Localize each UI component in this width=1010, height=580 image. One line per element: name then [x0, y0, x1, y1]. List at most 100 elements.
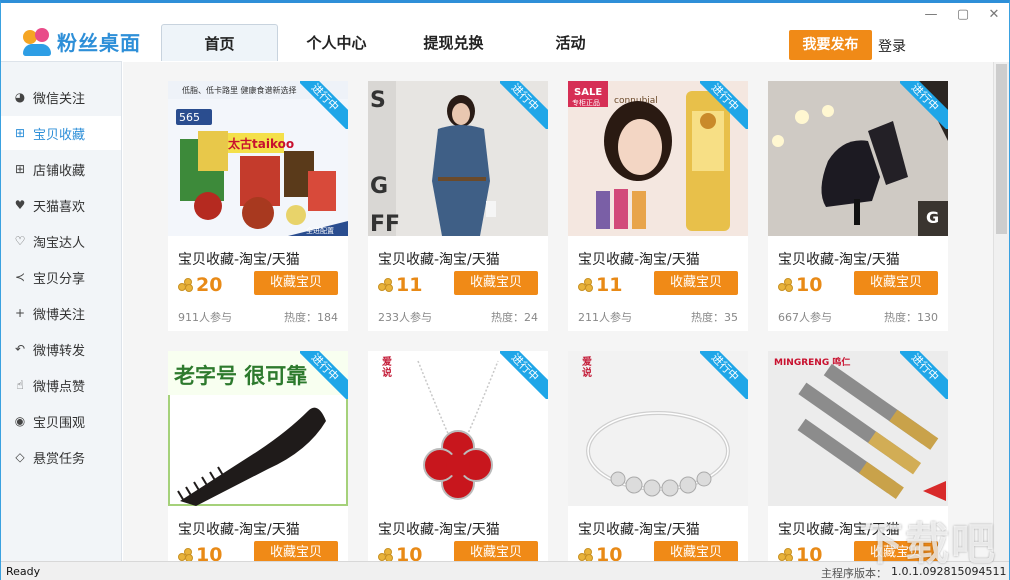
- participants-count: 667人参与: [778, 311, 832, 324]
- sidebar-item-4[interactable]: ♡ 淘宝达人: [1, 224, 121, 258]
- fans-logo-icon: [23, 27, 53, 56]
- collect-button[interactable]: 收藏宝贝: [254, 271, 338, 295]
- coin-icon: [578, 278, 594, 292]
- seal-text: 爱说: [582, 355, 592, 379]
- svg-text:S: S: [370, 88, 386, 113]
- coin-value: 10: [596, 544, 623, 561]
- banner-text: 老字号 很可靠: [174, 364, 307, 388]
- product-grid: 低脂、低卡路里 健康食谱新选择 565 太古taikoo 全进配置 进行中 宝贝…: [123, 62, 993, 561]
- heart-outline-icon: ♡: [14, 234, 26, 248]
- plus-icon: +: [14, 306, 26, 320]
- svg-text:FF: FF: [370, 212, 400, 236]
- sidebar-item-1[interactable]: ⊞ 宝贝收藏: [1, 116, 121, 150]
- sidebar-item-8[interactable]: ☝ 微博点赞: [1, 368, 121, 402]
- title-bar: 粉丝桌面 首页 个人中心 提现兑换 活动 我要发布 登录 — ▢ ✕: [1, 3, 1009, 61]
- product-title: 宝贝收藏-淘宝/天猫: [778, 252, 900, 268]
- status-ribbon: 进行中: [300, 81, 348, 129]
- product-card[interactable]: G 进行中 宝贝收藏-淘宝/天猫 10 收藏宝贝 667人参与 热度：130: [768, 81, 948, 331]
- sidebar-item-label: 宝贝围观: [33, 415, 86, 431]
- collect-button[interactable]: 收藏宝贝: [454, 541, 538, 561]
- restore-icon[interactable]: ▢: [953, 7, 973, 22]
- vertical-scrollbar[interactable]: [993, 62, 1009, 561]
- brand-text: 太古taikoo: [228, 136, 294, 151]
- product-card[interactable]: 爱说 进行中 宝贝收藏-淘宝/天猫 10 收藏宝贝: [368, 351, 548, 561]
- sidebar-item-7[interactable]: ↶ 微博转发: [1, 332, 121, 366]
- login-link[interactable]: 登录: [878, 36, 906, 56]
- coin-value: 10: [796, 274, 823, 296]
- wechat-icon: ◕: [14, 90, 26, 104]
- status-ribbon: 进行中: [900, 81, 948, 129]
- coin-reward: 10: [778, 544, 822, 561]
- coin-reward: 20: [178, 274, 222, 296]
- thumbs-up-icon: ☝: [16, 378, 24, 392]
- product-title: 宝贝收藏-淘宝/天猫: [378, 522, 500, 538]
- collect-button[interactable]: 收藏宝贝: [654, 541, 738, 561]
- coin-value: 10: [196, 544, 223, 561]
- sidebar-item-5[interactable]: ≺ 宝贝分享: [1, 260, 121, 294]
- sidebar-item-label: 微信关注: [33, 91, 86, 107]
- product-card[interactable]: 低脂、低卡路里 健康食谱新选择 565 太古taikoo 全进配置 进行中 宝贝…: [168, 81, 348, 331]
- app-logo: 粉丝桌面: [23, 27, 141, 56]
- tab-activity[interactable]: 活动: [512, 24, 629, 61]
- reply-icon: ↶: [14, 342, 26, 356]
- coin-value: 11: [396, 274, 423, 296]
- heat-value: 热度：130: [884, 311, 938, 324]
- collect-button[interactable]: 收藏宝贝: [454, 271, 538, 295]
- tab-home[interactable]: 首页: [161, 24, 278, 61]
- sidebar-item-3[interactable]: ♥ 天猫喜欢: [1, 188, 121, 222]
- plus-square-icon: ⊞: [14, 126, 26, 140]
- publish-button[interactable]: 我要发布: [789, 30, 872, 60]
- product-title: 宝贝收藏-淘宝/天猫: [578, 522, 700, 538]
- coin-icon: [178, 278, 194, 292]
- product-card[interactable]: S G FF 进行中 宝贝收藏-淘宝/天猫 11 收藏宝贝 233人参与 热度：…: [368, 81, 548, 331]
- product-title: 宝贝收藏-淘宝/天猫: [178, 252, 300, 268]
- status-ribbon: 进行中: [500, 81, 548, 129]
- sidebar-item-label: 宝贝分享: [33, 271, 86, 287]
- coin-icon: [778, 548, 794, 561]
- collect-button[interactable]: 收藏宝贝: [854, 271, 938, 295]
- sidebar-item-2[interactable]: ⊞ 店铺收藏: [1, 152, 121, 186]
- status-text: Ready: [6, 565, 41, 578]
- tab-user-center[interactable]: 个人中心: [278, 24, 395, 61]
- collect-button[interactable]: 收藏宝贝: [254, 541, 338, 561]
- sidebar-item-10[interactable]: ◇ 悬赏任务: [1, 440, 121, 474]
- banner-text: 低脂、低卡路里 健康食谱新选择: [182, 85, 297, 95]
- product-title: 宝贝收藏-淘宝/天猫: [578, 252, 700, 268]
- coin-icon: [378, 278, 394, 292]
- sidebar-item-label: 微博点赞: [33, 379, 86, 395]
- sidebar-item-9[interactable]: ◉ 宝贝围观: [1, 404, 121, 438]
- sidebar-item-label: 天猫喜欢: [33, 199, 86, 215]
- sidebar-item-label: 微博关注: [33, 307, 86, 323]
- coin-reward: 10: [378, 544, 422, 561]
- sidebar-item-label: 悬赏任务: [33, 451, 86, 467]
- coin-value: 10: [396, 544, 423, 561]
- share-icon: ≺: [14, 270, 26, 284]
- plus-box-icon: ⊞: [14, 162, 26, 176]
- product-title: 宝贝收藏-淘宝/天猫: [378, 252, 500, 268]
- coin-reward: 11: [378, 274, 422, 296]
- tab-withdraw[interactable]: 提现兑换: [395, 24, 512, 61]
- coin-reward: 10: [578, 544, 622, 561]
- status-ribbon: 进行中: [500, 351, 548, 399]
- product-title: 宝贝收藏-淘宝/天猫: [178, 522, 300, 538]
- heart-icon: ♥: [14, 198, 26, 212]
- collect-button[interactable]: 收藏宝贝: [654, 271, 738, 295]
- product-card[interactable]: 爱说 进行中 宝贝收藏-淘宝/天猫 10 收藏宝贝: [568, 351, 748, 561]
- minimize-icon[interactable]: —: [921, 7, 941, 22]
- seal-text: 爱说: [382, 355, 392, 379]
- sidebar: ◕ 微信关注 ⊞ 宝贝收藏 ⊞ 店铺收藏 ♥ 天猫喜欢 ♡ 淘宝达人 ≺ 宝贝分享 + 微博关注 ↶ 微博转发…: [1, 61, 122, 561]
- watermark: 下载吧: [859, 519, 997, 570]
- sidebar-item-label: 宝贝收藏: [33, 127, 86, 143]
- sidebar-item-0[interactable]: ◕ 微信关注: [1, 80, 121, 114]
- sidebar-item-label: 微博转发: [33, 343, 86, 359]
- sidebar-item-6[interactable]: + 微博关注: [1, 296, 121, 330]
- coin-reward: 10: [178, 544, 222, 561]
- product-card[interactable]: 老字号 很可靠 进行中 宝贝收藏-淘宝/天猫 10 收藏宝贝: [168, 351, 348, 561]
- coin-icon: [178, 548, 194, 561]
- sale-text: SALE: [574, 87, 602, 98]
- heat-value: 热度：184: [284, 311, 338, 324]
- product-card[interactable]: SALE 专柜正品 connubial 进行中 宝贝收藏-淘宝/天猫 11 收藏…: [568, 81, 748, 331]
- scrollbar-thumb[interactable]: [996, 64, 1007, 234]
- coin-reward: 11: [578, 274, 622, 296]
- close-icon[interactable]: ✕: [984, 7, 1004, 22]
